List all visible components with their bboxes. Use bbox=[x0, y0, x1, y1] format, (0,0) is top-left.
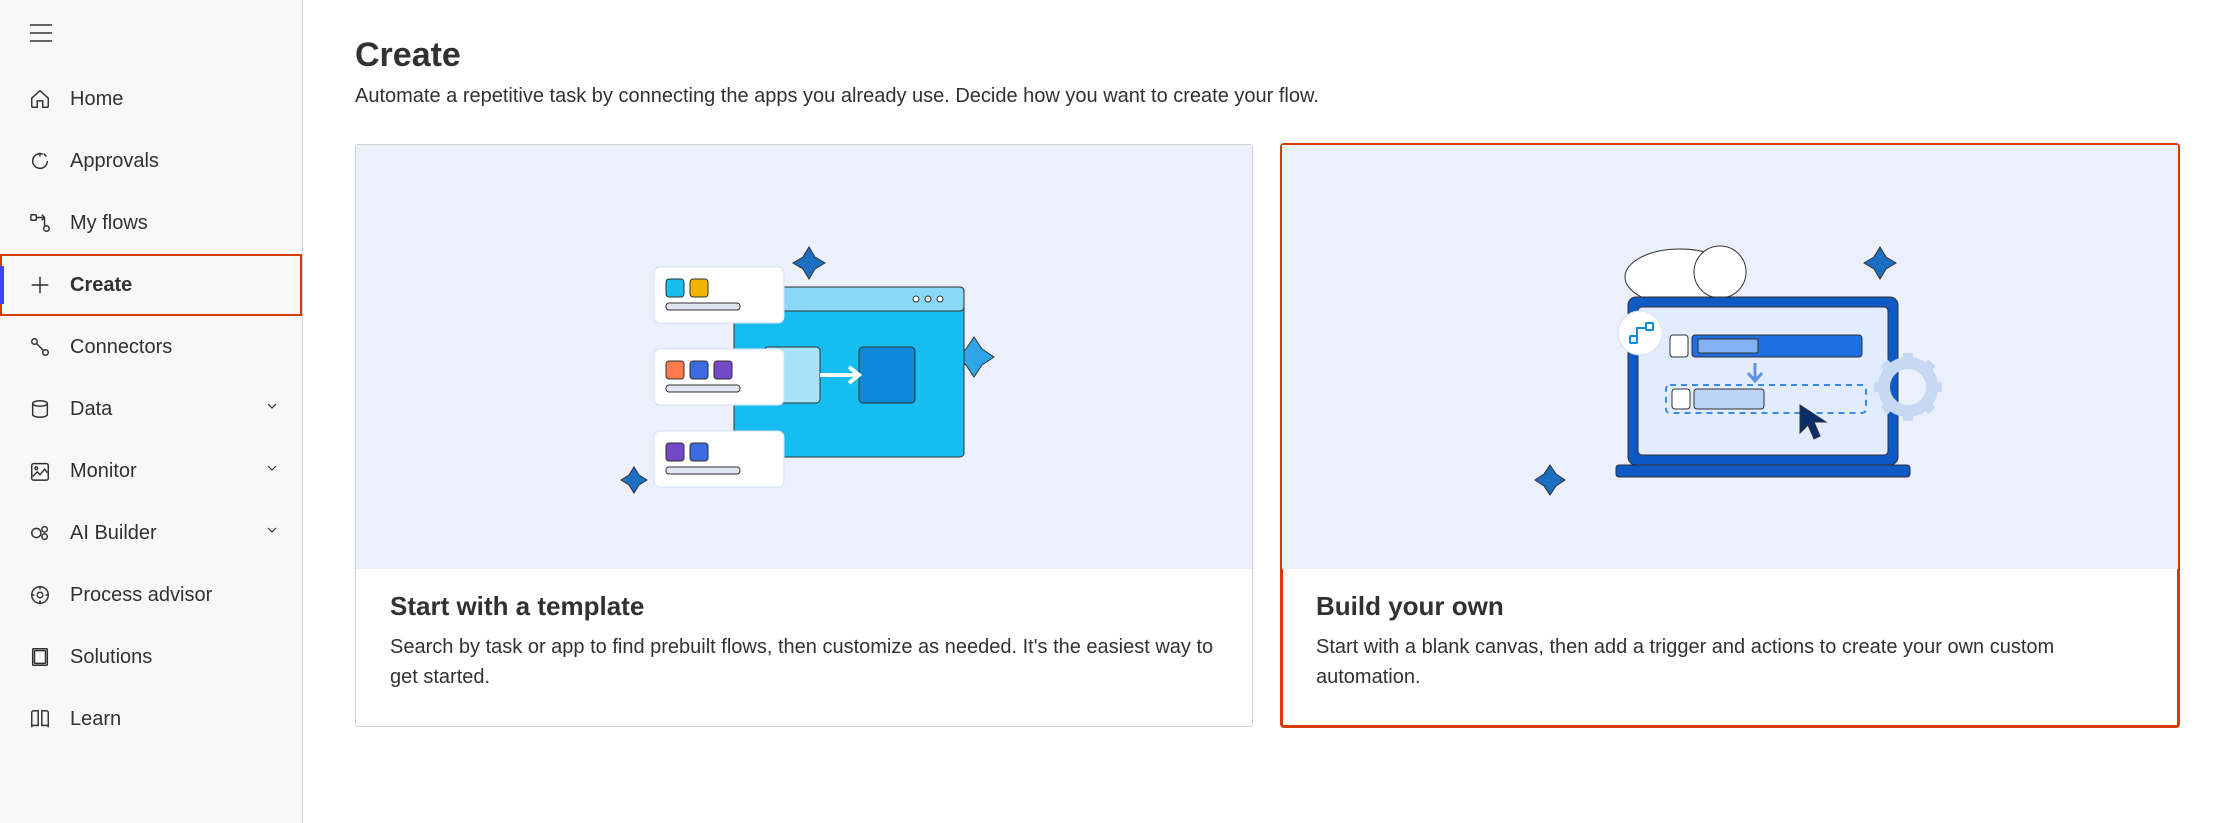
card-title: Start with a template bbox=[390, 591, 1218, 622]
monitor-icon bbox=[28, 459, 52, 483]
sidebar-item-label: Monitor bbox=[70, 460, 246, 483]
process-advisor-icon bbox=[28, 583, 52, 607]
card-title: Build your own bbox=[1316, 591, 2144, 622]
sidebar-item-label: Connectors bbox=[70, 336, 302, 359]
sidebar-item-approvals[interactable]: Approvals bbox=[0, 130, 302, 192]
sidebar-item-label: Data bbox=[70, 398, 246, 421]
sidebar-item-learn[interactable]: Learn bbox=[0, 688, 302, 750]
template-illustration-svg bbox=[594, 217, 1014, 497]
sidebar-item-monitor[interactable]: Monitor bbox=[0, 440, 302, 502]
build-own-illustration bbox=[1282, 145, 2178, 569]
chevron-down-icon bbox=[264, 398, 280, 420]
sidebar-item-label: AI Builder bbox=[70, 522, 246, 545]
learn-icon bbox=[28, 707, 52, 731]
sidebar-item-label: Process advisor bbox=[70, 584, 302, 607]
plus-icon bbox=[28, 273, 52, 297]
sidebar-item-label: My flows bbox=[70, 212, 302, 235]
connectors-icon bbox=[28, 335, 52, 359]
flows-icon bbox=[28, 211, 52, 235]
sidebar-item-label: Approvals bbox=[70, 150, 302, 173]
main-content: Create Automate a repetitive task by con… bbox=[303, 0, 2227, 823]
card-description: Start with a blank canvas, then add a tr… bbox=[1316, 632, 2144, 692]
hamburger-button[interactable] bbox=[0, 10, 302, 68]
hamburger-icon bbox=[30, 26, 52, 47]
sidebar: Home Approvals My flows Create Connector… bbox=[0, 0, 303, 823]
card-build-your-own[interactable]: Build your own Start with a blank canvas… bbox=[1281, 144, 2179, 727]
sidebar-item-process-advisor[interactable]: Process advisor bbox=[0, 564, 302, 626]
build-own-illustration-svg bbox=[1510, 217, 1950, 497]
data-icon bbox=[28, 397, 52, 421]
chevron-down-icon bbox=[264, 460, 280, 482]
card-body: Start with a template Search by task or … bbox=[356, 569, 1252, 726]
sidebar-item-ai-builder[interactable]: AI Builder bbox=[0, 502, 302, 564]
page-title: Create bbox=[355, 36, 2179, 75]
chevron-down-icon bbox=[264, 522, 280, 544]
template-illustration bbox=[356, 145, 1252, 569]
home-icon bbox=[28, 87, 52, 111]
card-description: Search by task or app to find prebuilt f… bbox=[390, 632, 1218, 692]
sidebar-item-home[interactable]: Home bbox=[0, 68, 302, 130]
approvals-icon bbox=[28, 149, 52, 173]
solutions-icon bbox=[28, 645, 52, 669]
card-body: Build your own Start with a blank canvas… bbox=[1282, 569, 2178, 726]
page-subtitle: Automate a repetitive task by connecting… bbox=[355, 85, 2179, 108]
sidebar-item-label: Learn bbox=[70, 708, 302, 731]
sidebar-item-create[interactable]: Create bbox=[0, 254, 302, 316]
sidebar-item-data[interactable]: Data bbox=[0, 378, 302, 440]
ai-builder-icon bbox=[28, 521, 52, 545]
create-option-cards: Start with a template Search by task or … bbox=[355, 144, 2179, 727]
sidebar-item-my-flows[interactable]: My flows bbox=[0, 192, 302, 254]
sidebar-item-connectors[interactable]: Connectors bbox=[0, 316, 302, 378]
sidebar-item-solutions[interactable]: Solutions bbox=[0, 626, 302, 688]
card-start-with-template[interactable]: Start with a template Search by task or … bbox=[355, 144, 1253, 727]
sidebar-item-label: Solutions bbox=[70, 646, 302, 669]
sidebar-item-label: Create bbox=[70, 274, 302, 297]
sidebar-item-label: Home bbox=[70, 88, 302, 111]
